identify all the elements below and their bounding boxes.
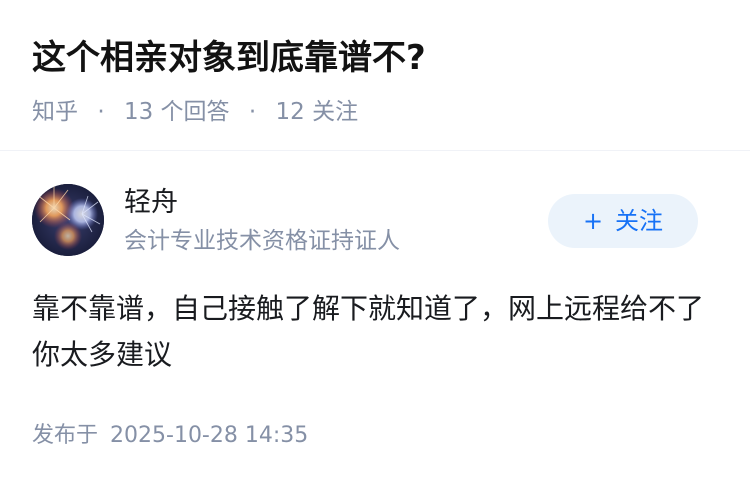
avatar[interactable] [32,184,104,256]
answers-label[interactable]: 个回答 [161,99,230,125]
fireworks-avatar-icon [32,184,104,256]
follows-label: 关注 [312,99,359,125]
author-name[interactable]: 轻舟 [124,184,400,222]
follow-button[interactable]: + 关注 [548,194,698,248]
published-time: 2025-10-28 14:35 [110,423,309,448]
question-meta: 知乎 · 13 个回答 · 12 关注 [32,96,722,128]
meta-separator: · [248,99,257,125]
question-header: 这个相亲对象到底靠谱不? 知乎 · 13 个回答 · 12 关注 [32,30,722,128]
meta-separator: · [97,99,105,125]
publish-info: 发布于 2025-10-28 14:35 [32,420,308,452]
author-row: 轻舟 会计专业技术资格证持证人 + 关注 [32,184,718,260]
question-title[interactable]: 这个相亲对象到底靠谱不? [32,30,722,86]
source-label[interactable]: 知乎 [32,99,78,125]
published-label: 发布于 [32,423,99,448]
follow-label: 关注 [615,207,664,235]
divider [0,150,750,151]
follows-count: 12 [275,99,305,125]
plus-icon: + [582,207,604,235]
answers-count[interactable]: 13 [124,99,153,125]
author-info: 轻舟 会计专业技术资格证持证人 [124,184,400,258]
author-bio: 会计专业技术资格证持证人 [124,228,400,254]
answer-content[interactable]: 靠不靠谱，自己接触了解下就知道了，网上远程给不了你太多建议 [32,286,718,378]
